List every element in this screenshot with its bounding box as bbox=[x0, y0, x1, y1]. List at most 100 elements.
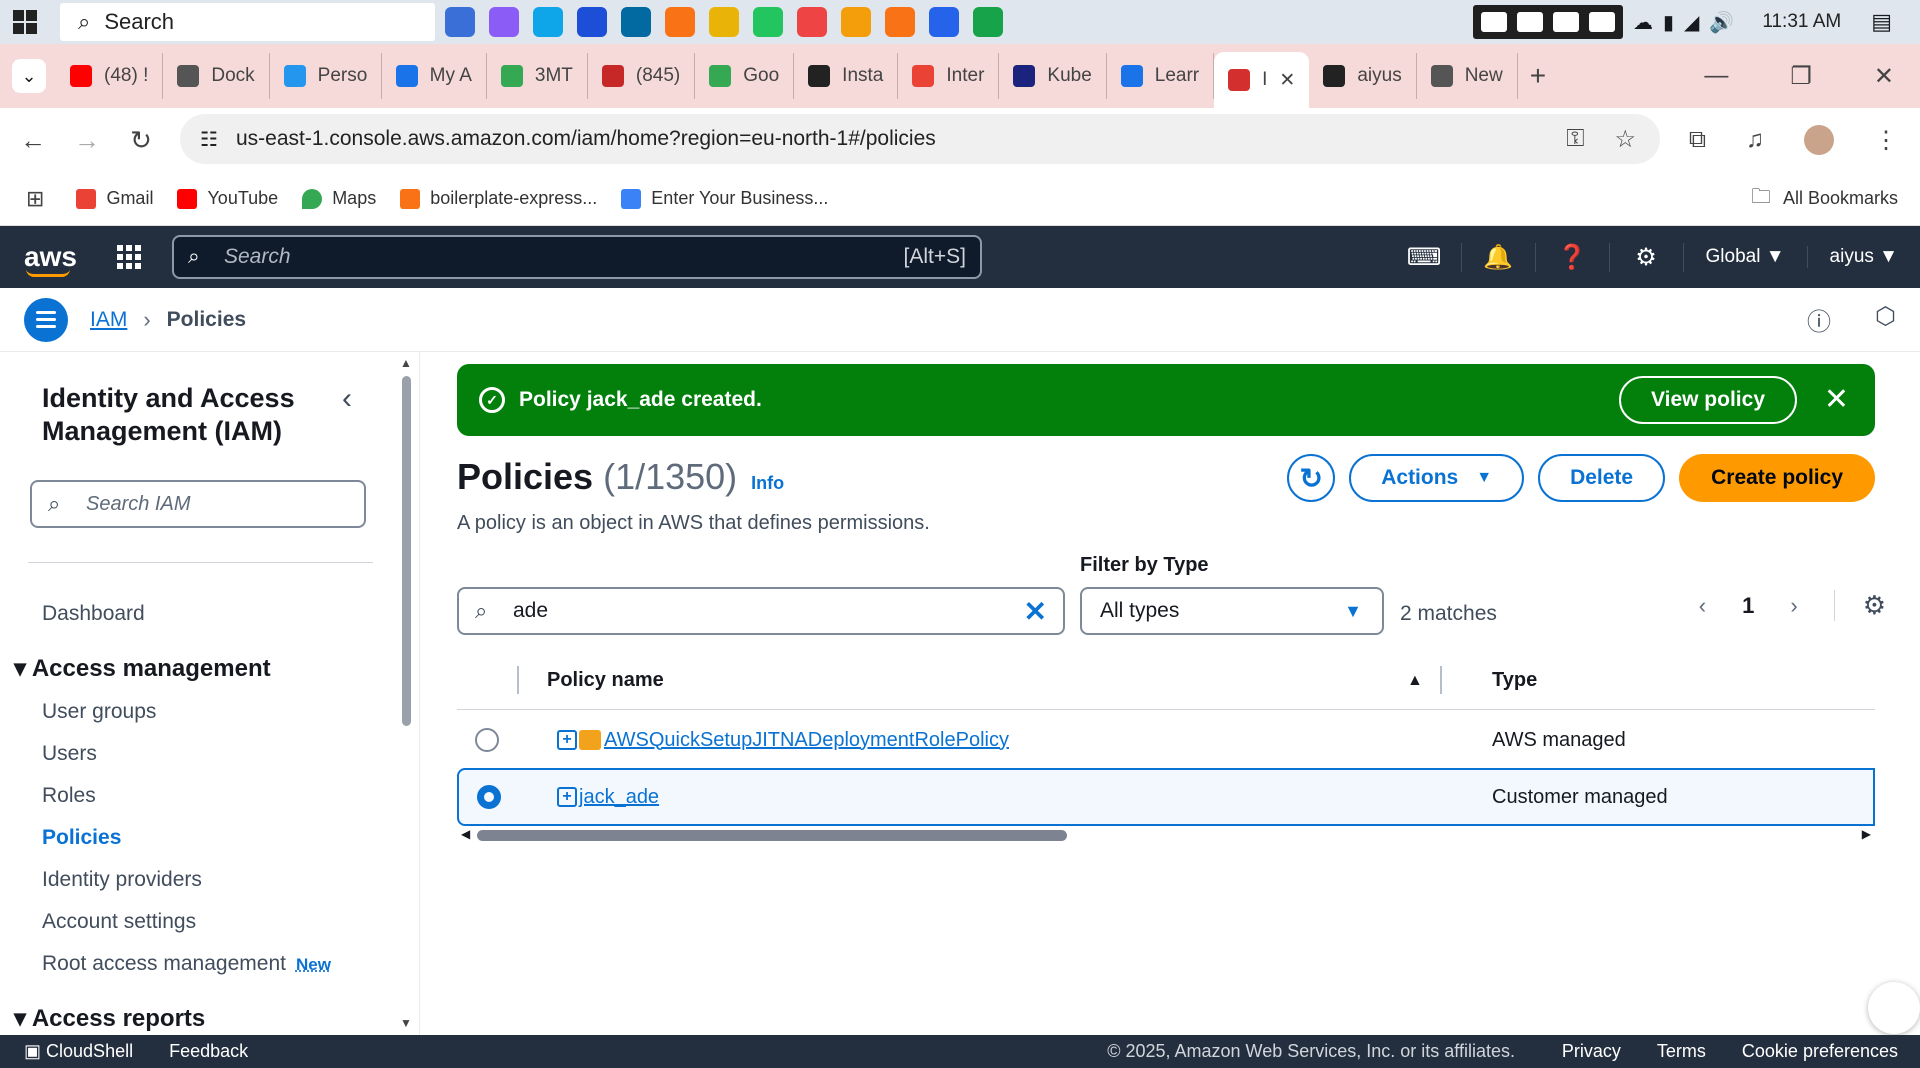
section-access-reports[interactable]: ▾ Access reports bbox=[14, 1004, 205, 1033]
minimize-icon[interactable]: — bbox=[1704, 62, 1728, 90]
sidebar-item-root-access[interactable]: Root access management New bbox=[42, 952, 331, 976]
sidebar-item-policies[interactable]: Policies bbox=[42, 826, 121, 850]
menu-kebab-icon[interactable]: ⋮ bbox=[1874, 126, 1898, 155]
table-horizontal-scrollbar[interactable]: ◀ ▶ bbox=[457, 827, 1875, 843]
browser-tab[interactable]: (845) bbox=[588, 53, 696, 99]
tab-search-icon[interactable]: ⌄ bbox=[12, 59, 46, 93]
policy-name-link[interactable]: jack_ade bbox=[579, 786, 659, 809]
browser-tab[interactable]: Kube bbox=[999, 53, 1107, 99]
window-icon[interactable] bbox=[1553, 12, 1580, 32]
sidebar-item-dashboard[interactable]: Dashboard bbox=[42, 602, 145, 626]
browser-tab[interactable]: Learr bbox=[1107, 53, 1215, 99]
assistant-brain-icon[interactable] bbox=[1868, 982, 1920, 1034]
policy-name-link[interactable]: AWSQuickSetupJITNADeploymentRolePolicy bbox=[604, 729, 1009, 752]
sidebar-item-user-groups[interactable]: User groups bbox=[42, 700, 156, 724]
clock[interactable]: 11:31 AM bbox=[1762, 11, 1841, 33]
vscode-icon[interactable] bbox=[929, 7, 959, 37]
bookmark-youtube[interactable]: YouTube bbox=[177, 188, 278, 209]
bookmark-boilerplate[interactable]: boilerplate-express... bbox=[400, 188, 597, 209]
settings-icon[interactable] bbox=[1589, 12, 1616, 32]
column-type[interactable]: Type bbox=[1492, 669, 1537, 692]
scroll-down-icon[interactable]: ▼ bbox=[400, 1016, 412, 1030]
office-icon[interactable] bbox=[797, 7, 827, 37]
forward-icon[interactable]: → bbox=[60, 125, 114, 156]
bookmark-star-icon[interactable]: ☆ bbox=[1614, 125, 1636, 154]
close-tab-icon[interactable]: ✕ bbox=[1279, 69, 1295, 92]
column-policy-name[interactable]: Policy name bbox=[547, 669, 664, 692]
battery-icon[interactable]: ▮ bbox=[1663, 10, 1674, 35]
gear-icon[interactable]: ⚙ bbox=[1610, 242, 1684, 272]
region-dropdown[interactable]: Global ▼ bbox=[1684, 246, 1808, 268]
browser-tab[interactable]: New bbox=[1417, 53, 1518, 99]
cloudshell-link[interactable]: ▣ CloudShell bbox=[24, 1041, 133, 1062]
reload-icon[interactable]: ↻ bbox=[114, 125, 168, 156]
site-info-icon[interactable]: ☷ bbox=[200, 127, 218, 152]
policy-filter-input[interactable]: ⌕ ade ✕ bbox=[457, 587, 1065, 635]
browser-tab[interactable]: Insta bbox=[794, 53, 899, 99]
apps-grid-icon[interactable]: ⊞ bbox=[26, 186, 44, 212]
hexagon-settings-icon[interactable]: ⬡ bbox=[1875, 302, 1896, 337]
close-window-icon[interactable]: ✕ bbox=[1874, 62, 1894, 91]
breadcrumb-iam[interactable]: IAM bbox=[90, 308, 127, 332]
slack-icon[interactable] bbox=[841, 7, 871, 37]
media-icon[interactable]: ♫ bbox=[1746, 126, 1764, 154]
expand-icon[interactable]: + bbox=[557, 787, 577, 807]
bookmark-gmail[interactable]: Gmail bbox=[76, 188, 153, 209]
file-explorer-icon[interactable] bbox=[709, 7, 739, 37]
url-bar[interactable]: ☷ us-east-1.console.aws.amazon.com/iam/h… bbox=[180, 114, 1660, 164]
chrome-icon[interactable] bbox=[753, 7, 783, 37]
info-link[interactable]: Info bbox=[751, 473, 784, 494]
browser-tab[interactable]: Dock bbox=[163, 53, 270, 99]
sidebar-item-roles[interactable]: Roles bbox=[42, 784, 96, 808]
sidebar-item-account-settings[interactable]: Account settings bbox=[42, 910, 196, 934]
scroll-right-icon[interactable]: ▶ bbox=[1862, 827, 1871, 841]
collapse-sidebar-icon[interactable]: ‹ bbox=[342, 382, 352, 416]
windows-start-icon[interactable] bbox=[0, 0, 50, 44]
scrollbar-thumb[interactable] bbox=[477, 830, 1067, 841]
profile-avatar[interactable] bbox=[1804, 125, 1834, 155]
cloudshell-icon[interactable]: ⌨ bbox=[1388, 242, 1462, 272]
aws-search-input[interactable]: ⌕ Search [Alt+S] bbox=[172, 235, 982, 279]
delete-button[interactable]: Delete bbox=[1538, 454, 1666, 502]
feedback-link[interactable]: Feedback bbox=[169, 1041, 248, 1062]
scroll-up-icon[interactable]: ▲ bbox=[400, 356, 412, 370]
filter-type-select[interactable]: All types ▼ bbox=[1080, 587, 1384, 635]
extensions-icon[interactable]: ⧉ bbox=[1689, 126, 1706, 154]
search-iam-input[interactable]: ⌕ Search IAM bbox=[30, 480, 366, 528]
password-key-icon[interactable]: ⚿ bbox=[1566, 125, 1584, 154]
browser-tab[interactable]: My A bbox=[382, 53, 487, 99]
store-icon[interactable] bbox=[577, 7, 607, 37]
page-number[interactable]: 1 bbox=[1742, 593, 1754, 619]
terms-link[interactable]: Terms bbox=[1657, 1041, 1706, 1062]
task-view-icon[interactable] bbox=[445, 7, 475, 37]
browser-tab[interactable]: Inter bbox=[898, 53, 1000, 99]
actions-button[interactable]: Actions ▼ bbox=[1349, 454, 1525, 502]
browser-tab[interactable]: I ✕ bbox=[1214, 52, 1310, 108]
table-settings-icon[interactable]: ⚙ bbox=[1833, 590, 1886, 621]
aws-logo[interactable]: aws bbox=[24, 241, 77, 277]
browser-tab[interactable]: aiyus bbox=[1309, 53, 1417, 99]
close-icon[interactable]: ✕ bbox=[1824, 382, 1849, 417]
clear-filter-icon[interactable]: ✕ bbox=[1024, 595, 1047, 628]
cookie-preferences-link[interactable]: Cookie preferences bbox=[1742, 1041, 1898, 1062]
account-dropdown[interactable]: aiyus ▼ bbox=[1808, 246, 1920, 268]
info-icon[interactable]: ⓘ bbox=[1807, 302, 1831, 337]
ubuntu-icon[interactable] bbox=[885, 7, 915, 37]
create-policy-button[interactable]: Create policy bbox=[1679, 454, 1875, 502]
row-radio[interactable] bbox=[475, 728, 499, 752]
bookmark-maps[interactable]: Maps bbox=[302, 188, 376, 209]
browser-tab[interactable]: Perso bbox=[270, 53, 382, 99]
brave-icon[interactable] bbox=[665, 7, 695, 37]
table-row-selected[interactable]: + jack_ade Customer managed bbox=[457, 768, 1875, 826]
video-icon[interactable] bbox=[1517, 12, 1544, 32]
help-icon[interactable]: ❓ bbox=[1536, 242, 1610, 272]
row-radio-selected[interactable] bbox=[477, 785, 501, 809]
services-grid-icon[interactable] bbox=[116, 245, 141, 269]
new-tab-icon[interactable]: + bbox=[1530, 60, 1546, 92]
notifications-icon[interactable]: ▤ bbox=[1871, 9, 1892, 35]
wifi-icon[interactable]: ◢ bbox=[1684, 10, 1699, 35]
browser-tab[interactable]: (48) ! bbox=[56, 53, 164, 99]
edge-icon[interactable] bbox=[533, 7, 563, 37]
copilot-icon[interactable] bbox=[489, 7, 519, 37]
browser-tab[interactable]: 3MT bbox=[487, 53, 588, 99]
